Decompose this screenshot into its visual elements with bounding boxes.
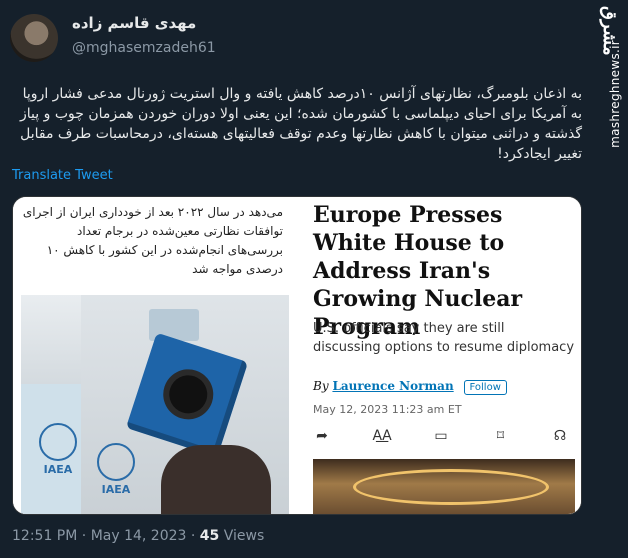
media-left-image[interactable]: می‌دهد در سال ۲۰۲۲ بعد از خودداری ایران … bbox=[13, 197, 293, 514]
footer-separator-2: · bbox=[190, 528, 196, 544]
author-name[interactable]: مهدی قاسم زاده bbox=[72, 14, 196, 32]
iaea-emblem-icon-2 bbox=[97, 443, 135, 481]
person-figure bbox=[161, 445, 271, 514]
footer-separator: · bbox=[81, 528, 87, 544]
views-label: Views bbox=[223, 528, 265, 544]
share-icon: ➦ bbox=[316, 428, 328, 444]
tweet-date[interactable]: May 14, 2023 bbox=[91, 528, 187, 544]
tweet-time[interactable]: 12:51 PM bbox=[12, 528, 77, 544]
tweet-text: به اذعان بلومبرگ، نظارتهای آژانس ۱۰درصد … bbox=[20, 86, 582, 162]
mashregh-logo: مشرق bbox=[599, 6, 620, 56]
iaea-emblem-icon bbox=[39, 423, 77, 461]
reactor-photo bbox=[313, 459, 575, 514]
brand-sidebar: مشرق mashreghnews.ir bbox=[592, 0, 628, 558]
iaea-logo-2: IAEA bbox=[93, 443, 139, 499]
iaea-photo: IAEA IAEA bbox=[21, 295, 289, 514]
tweet-media[interactable]: می‌دهد در سال ۲۰۲۲ بعد از خودداری ایران … bbox=[12, 196, 582, 515]
left-image-caption: می‌دهد در سال ۲۰۲۲ بعد از خودداری ایران … bbox=[22, 205, 283, 276]
iaea-logo-text: IAEA bbox=[43, 463, 73, 476]
media-divider bbox=[293, 197, 301, 514]
camera-lens bbox=[164, 370, 213, 419]
article-subhead: U.S. officials say they are still discus… bbox=[313, 321, 575, 355]
brand-url: mashreghnews.ir bbox=[608, 40, 622, 148]
listen-icon: ☊ bbox=[553, 428, 567, 444]
article-byline: By Laurence Norman Follow bbox=[313, 379, 507, 395]
text-size-icon: A͟A bbox=[372, 428, 392, 444]
avatar[interactable] bbox=[10, 14, 58, 62]
views-count: 45 bbox=[199, 528, 220, 544]
byline-prefix: By bbox=[313, 379, 329, 393]
reactor-ring bbox=[353, 469, 549, 505]
author-handle[interactable]: @mghasemzadeh61 bbox=[72, 40, 216, 56]
tweet-card: مهدی قاسم زاده @mghasemzadeh61 به اذعان … bbox=[0, 0, 592, 558]
article-dateline: May 12, 2023 11:23 am ET bbox=[313, 403, 462, 416]
comment-icon: ▭ bbox=[434, 428, 448, 444]
article-actions: ➦ A͟A ▭ ⌑ ☊ bbox=[313, 425, 569, 447]
translate-tweet-link[interactable]: Translate Tweet bbox=[12, 168, 113, 183]
byline-author: Laurence Norman bbox=[332, 379, 454, 393]
iaea-logo: IAEA bbox=[35, 423, 81, 479]
tweet-footer: 12:51 PM · May 14, 2023 · 45 Views bbox=[12, 528, 264, 544]
iaea-logo-text-2: IAEA bbox=[101, 483, 131, 496]
bookmark-icon: ⌑ bbox=[496, 428, 505, 444]
media-right-image[interactable]: Europe Presses White House to Address Ir… bbox=[301, 197, 581, 514]
follow-button: Follow bbox=[463, 380, 507, 395]
